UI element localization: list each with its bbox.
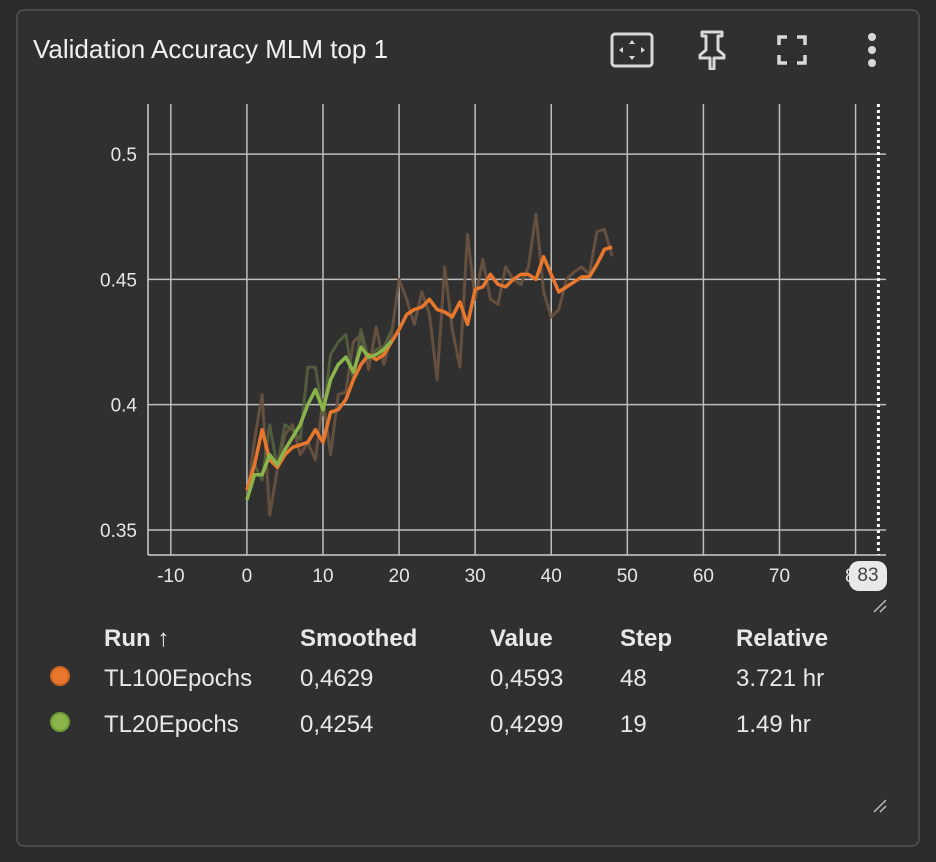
- step-value: 19: [620, 711, 647, 738]
- run-color-dot: [50, 666, 70, 686]
- relative-column-header[interactable]: Relative: [736, 622, 828, 656]
- step-column-header[interactable]: Step: [620, 622, 736, 656]
- relative-time: 1.49 hr: [736, 711, 811, 738]
- raw-series-line: [245, 212, 614, 517]
- y-tick-label: 0.45: [100, 270, 137, 291]
- y-tick-label: 0.4: [111, 396, 138, 417]
- raw-value: 0,4593: [490, 665, 564, 692]
- smoothed-value: 0,4254: [300, 711, 374, 738]
- x-tick-label: 20: [389, 566, 410, 587]
- y-tick-label: 0.35: [100, 521, 137, 542]
- value-column-header[interactable]: Value: [490, 622, 620, 656]
- y-tick-label: 0.5: [111, 145, 137, 166]
- smoothed-value: 0,4629: [300, 665, 374, 692]
- smoothed-column-header[interactable]: Smoothed: [300, 622, 490, 656]
- x-tick-label: 70: [769, 566, 790, 587]
- resize-handle-icon[interactable]: [872, 798, 888, 814]
- run-name: TL100Epochs: [104, 665, 253, 692]
- step-marker-label[interactable]: 83: [849, 561, 887, 591]
- line-chart[interactable]: -10010203040506070800.350.40.450.5: [0, 0, 936, 620]
- step-value: 48: [620, 665, 647, 692]
- runs-table: Run ↑ Smoothed Value Step Relative TL100…: [50, 622, 828, 748]
- x-tick-label: 10: [312, 566, 333, 587]
- run-column-header[interactable]: Run ↑: [104, 622, 300, 656]
- raw-value: 0,4299: [490, 711, 564, 738]
- x-tick-label: 30: [465, 566, 486, 587]
- x-tick-label: 50: [617, 566, 638, 587]
- color-column-header: [50, 622, 104, 656]
- run-name: TL20Epochs: [104, 711, 239, 738]
- table-header-row: Run ↑ Smoothed Value Step Relative: [50, 622, 828, 656]
- table-row[interactable]: TL20Epochs 0,4254 0,4299 19 1.49 hr: [50, 702, 828, 748]
- table-row[interactable]: TL100Epochs 0,4629 0,4593 48 3.721 hr: [50, 656, 828, 702]
- x-tick-label: 0: [242, 566, 253, 587]
- x-tick-label: 60: [693, 566, 714, 587]
- x-tick-label: -10: [157, 566, 184, 587]
- x-tick-label: 40: [541, 566, 562, 587]
- relative-time: 3.721 hr: [736, 665, 825, 692]
- resize-handle-icon[interactable]: [872, 598, 888, 614]
- run-color-dot: [50, 712, 70, 732]
